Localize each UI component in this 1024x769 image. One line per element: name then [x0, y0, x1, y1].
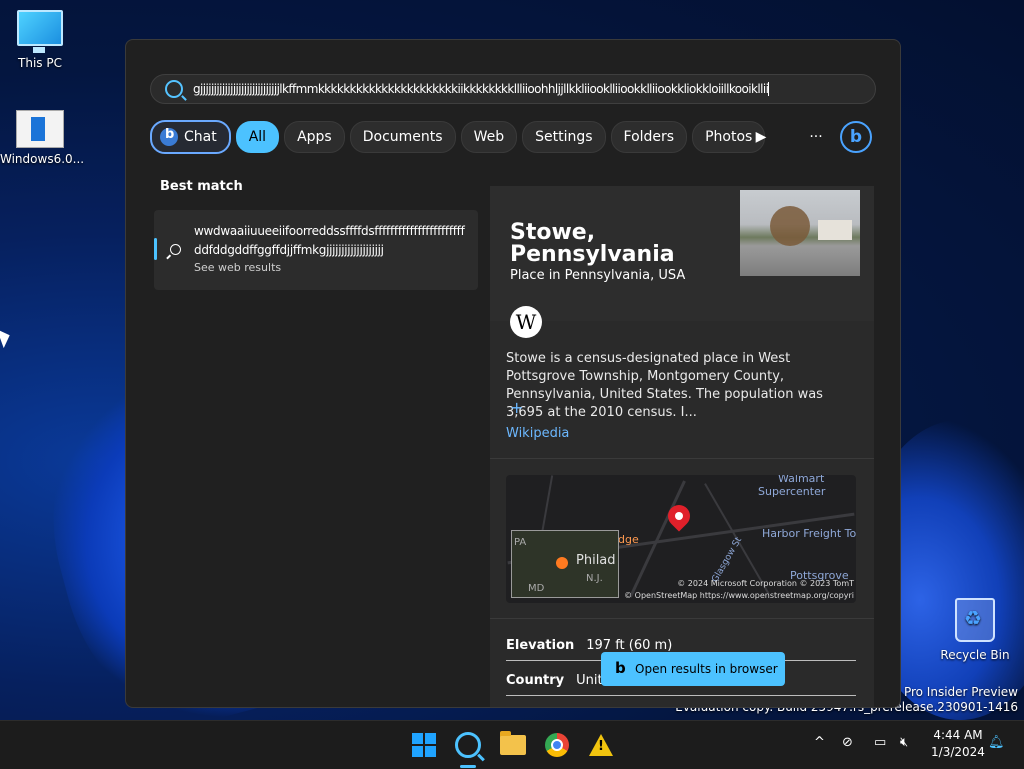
taskbar-warning-app[interactable] — [587, 731, 615, 759]
result-preview-pane: Stowe, Pennsylvania Place in Pennsylvani… — [490, 186, 874, 707]
fact-country: Country Unite — [506, 673, 611, 688]
open-results-in-browser-button[interactable]: Open results in browser — [601, 652, 785, 686]
map-inset: PA Philad N.J. MD — [511, 530, 619, 598]
taskbar: ^ ⊘ ▭ 🔇︎ 4:44 AM 1/3/2024 🔔︎ — [0, 720, 1024, 769]
desktop-icon-label: This PC — [18, 56, 62, 70]
computer-icon — [17, 10, 63, 53]
notification-bell-icon[interactable]: 🔔︎ — [988, 735, 1005, 750]
map-attribution: © OpenStreetMap https://www.openstreetma… — [624, 591, 854, 600]
best-match-heading: Best match — [160, 179, 243, 194]
filter-settings[interactable]: Settings — [522, 121, 606, 153]
fact-elevation: Elevation 197 ft (60 m) — [506, 638, 673, 653]
desktop-icon-recycle-bin[interactable]: Recycle Bin — [935, 598, 1015, 662]
filter-apps[interactable]: Apps — [284, 121, 345, 153]
start-button[interactable] — [410, 731, 438, 759]
more-icon[interactable]: ··· — [803, 124, 829, 150]
search-query-text: gjjjjjjjjjjjjjjjjjjjjjjjjjjjjjlkffmmkkkk… — [193, 81, 769, 96]
taskbar-search-button[interactable] — [454, 731, 482, 759]
show-hidden-icons-chevron-icon[interactable]: ^ — [814, 735, 825, 750]
search-icon — [170, 244, 181, 255]
recycle-bin-icon — [955, 598, 995, 642]
mouse-cursor-icon — [0, 325, 14, 349]
search-input[interactable]: gjjjjjjjjjjjjjjjjjjjjjjjjjjjjjlkffmmkkkk… — [150, 74, 876, 104]
desktop-icon-label: Recycle Bin — [940, 648, 1010, 662]
best-match-result[interactable]: wwdwaaiiuueeiifoorreddssffffdsffffffffff… — [154, 210, 478, 290]
warning-icon — [589, 734, 613, 756]
expand-description-button[interactable]: + — [510, 398, 523, 417]
windows-logo-icon — [412, 733, 436, 757]
place-photo[interactable] — [740, 190, 860, 276]
document-icon — [16, 110, 64, 148]
preview-subtitle: Place in Pennsylvania, USA — [510, 268, 686, 283]
best-match-subtitle: See web results — [194, 261, 282, 274]
desktop-icon-label: Windows6.0... — [0, 152, 85, 166]
bing-icon — [615, 659, 626, 677]
desktop-icon-windows-file[interactable]: Windows6.0... — [0, 110, 85, 166]
clock-time: 4:44 AM — [933, 728, 983, 742]
display-icon[interactable]: ▭ — [874, 735, 886, 750]
preview-title: Stowe, Pennsylvania — [510, 220, 675, 267]
best-match-title: wwdwaaiiuueeiifoorreddssffffdsffffffffff… — [194, 224, 465, 257]
text-caret — [768, 82, 770, 97]
divider — [490, 618, 874, 619]
play-icon[interactable]: ▶ — [748, 124, 774, 150]
location-pin-icon — [663, 500, 695, 532]
chrome-icon — [545, 733, 569, 757]
system-clock[interactable]: 4:44 AM 1/3/2024 — [928, 727, 988, 761]
bing-icon[interactable]: b — [840, 121, 872, 153]
wikipedia-icon: W — [510, 306, 542, 338]
search-filter-bar: Chat All Apps Documents Web Settings Fol… — [150, 120, 766, 154]
search-icon — [165, 80, 183, 98]
divider — [490, 458, 874, 459]
wikipedia-link[interactable]: Wikipedia — [506, 426, 569, 441]
volume-muted-icon[interactable]: 🔇︎ — [900, 735, 908, 750]
selection-indicator — [154, 238, 157, 260]
filter-folders[interactable]: Folders — [610, 121, 688, 153]
filter-all[interactable]: All — [235, 121, 280, 153]
search-icon — [455, 732, 481, 758]
city-marker-icon — [556, 557, 568, 569]
clock-date: 1/3/2024 — [931, 745, 985, 759]
taskbar-chrome[interactable] — [543, 731, 571, 759]
taskbar-file-explorer[interactable] — [499, 731, 527, 759]
bing-chat-icon — [160, 127, 178, 146]
network-off-icon[interactable]: ⊘ — [842, 735, 853, 750]
filter-web[interactable]: Web — [460, 121, 518, 153]
map-copyright: © 2024 Microsoft Corporation © 2023 TomT — [677, 579, 854, 588]
folder-icon — [500, 731, 526, 755]
desktop-icon-this-pc[interactable]: This PC — [0, 10, 80, 70]
search-panel: gjjjjjjjjjjjjjjjjjjjjjjjjjjjjjlkffmmkkkk… — [125, 39, 901, 708]
preview-description: Stowe is a census-designated place in We… — [506, 351, 823, 420]
filter-chat[interactable]: Chat — [150, 120, 231, 154]
location-map[interactable]: Walmart Supercenter Harbor Freight To Po… — [506, 475, 856, 603]
filter-documents[interactable]: Documents — [349, 121, 456, 153]
